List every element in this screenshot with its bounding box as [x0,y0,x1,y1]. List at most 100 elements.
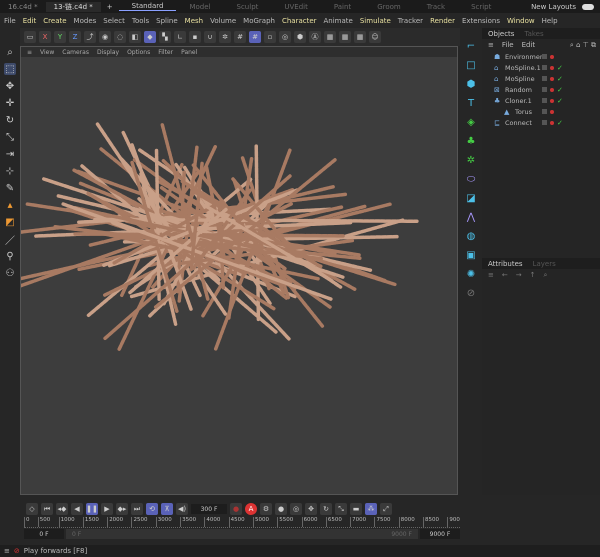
enabled-check-icon[interactable]: ✓ [557,75,563,83]
visibility-dot[interactable] [550,109,554,114]
gear-icon[interactable]: ✲ [219,31,231,43]
scale-tool-icon[interactable]: ⤡ [4,131,16,143]
enabled-check-icon[interactable]: ✓ [557,64,563,72]
layout-tab[interactable]: Model [176,3,223,11]
object-row[interactable]: ☗ Environment [482,51,600,62]
objects-menu-edit[interactable]: Edit [522,41,536,49]
timeline-ruler[interactable]: 0 500 1000 1500 2000 2500 3000 3500 4000 4500 5000… [24,517,460,528]
texture-mode-icon[interactable]: ▚ [159,31,171,43]
hamburger-icon[interactable]: ≡ [4,547,10,555]
layout-tab[interactable]: Script [458,3,504,11]
end-frame-field[interactable]: 9000 F [420,529,460,539]
workplane-icon[interactable]: ▪ [189,31,201,43]
brush-icon[interactable]: ／ [4,233,16,247]
search-icon[interactable]: ⌕ ⌂ ⊤ ⧉ [570,41,600,50]
object-row[interactable]: ⊠ Random ✓ [482,84,600,95]
tab-objects[interactable]: Objects [488,30,514,38]
menu-create[interactable]: Create [43,17,66,25]
doc-tab-active[interactable]: 13-链.c4d * [45,1,101,12]
scale-key-icon[interactable]: ⤡ [335,503,347,515]
layout-tab[interactable]: UVEdit [271,3,320,11]
hamburger-icon[interactable]: ≡ [488,271,494,279]
object-row[interactable]: ⌂ MoSpline.1 ✓ [482,62,600,73]
y-axis-button[interactable]: Y [54,31,66,43]
go-to-end-icon[interactable]: ⏭ [131,503,143,515]
select-tool-icon[interactable]: ⬚ [4,63,16,75]
model-mode-icon[interactable]: ◆ [144,31,156,43]
edges-mode-icon[interactable]: ◌ [114,31,126,43]
hamburger-icon[interactable]: ≡ [488,41,494,49]
menu-character[interactable]: Character [282,17,317,25]
visibility-dot[interactable] [550,120,554,125]
viewport-menu-panel[interactable]: Panel [181,49,197,56]
menu-animate[interactable]: Animate [324,17,353,25]
measure-icon[interactable]: ⚇ [4,267,16,279]
field-icon[interactable]: ◪ [465,192,477,204]
tab-takes[interactable]: Takes [524,30,543,38]
loop-icon[interactable]: ⟲ [146,503,158,515]
next-key-icon[interactable]: ◆▸ [116,503,128,515]
menu-select[interactable]: Select [103,17,125,25]
keyframe-icon[interactable]: ◇ [26,503,38,515]
camera-icon[interactable]: ▣ [465,249,477,261]
menu-modes[interactable]: Modes [74,17,97,25]
autokey-icon[interactable]: A [245,503,257,515]
hamburger-icon[interactable]: ≡ [27,49,32,56]
layout-tab[interactable]: Sculpt [224,3,272,11]
light-icon[interactable]: ✺ [465,268,477,280]
object-row[interactable]: ▲ Torus [482,106,600,117]
start-frame-field[interactable]: 0 F [24,529,64,539]
param-key-icon[interactable]: ▬ [350,503,362,515]
menu-spline[interactable]: Spline [156,17,178,25]
add-tab-icon[interactable]: + [101,3,119,11]
menu-mesh[interactable]: Mesh [185,17,203,25]
layout-tab[interactable]: Groom [364,3,414,11]
target-icon[interactable]: ◎ [279,31,291,43]
mograph-gear-icon[interactable]: ✲ [465,154,477,166]
transform-icon[interactable]: ⇥ [4,148,16,160]
layout-tab[interactable]: Paint [321,3,364,11]
prev-key-icon[interactable]: ◂◆ [56,503,68,515]
layer-box[interactable] [542,98,547,103]
render-region-icon[interactable]: ▦ [324,31,336,43]
object-row[interactable]: ⌂ MoSpline ✓ [482,73,600,84]
cube-outline-icon[interactable]: □ [465,59,477,71]
undo-view-icon[interactable]: ▭ [24,31,36,43]
menu-help[interactable]: Help [542,17,558,25]
back-arrow-icon[interactable]: ← [502,271,508,279]
x-axis-button[interactable]: X [39,31,51,43]
menu-render[interactable]: Render [430,17,455,25]
range-slider[interactable]: 0 F 9000 F [66,529,418,539]
pause-button[interactable]: ❚❚ [86,503,98,515]
record-icon[interactable]: ● [230,503,242,515]
viewport-menu-display[interactable]: Display [97,49,119,56]
rotate-tool-icon[interactable]: ↻ [4,114,16,126]
visibility-dot[interactable] [550,54,554,59]
sound-icon[interactable]: ◀) [176,503,188,515]
deformer-icon[interactable]: ⬭ [465,173,477,185]
tab-layers[interactable]: Layers [533,260,556,268]
menu-simulate[interactable]: Simulate [360,17,391,25]
objects-menu-file[interactable]: File [502,41,514,49]
live-select-icon[interactable]: ✥ [4,80,16,92]
axis-mode-icon[interactable]: ∟ [174,31,186,43]
position-key-icon[interactable]: ✥ [305,503,317,515]
menu-volume[interactable]: Volume [210,17,236,25]
object-row[interactable]: ♣ Cloner.1 ✓ [482,95,600,106]
play-mode-icon[interactable]: ⊼ [161,503,173,515]
layer-box[interactable] [542,76,547,81]
menu-window[interactable]: Window [507,17,535,25]
viewport-menu-filter[interactable]: Filter [158,49,173,56]
search-icon[interactable]: ⌕ [544,271,548,280]
layer-box[interactable] [542,109,547,114]
menu-tools[interactable]: Tools [132,17,149,25]
render-to-picture-viewer-icon[interactable]: ▦ [354,31,366,43]
viewport-menu-view[interactable]: View [40,49,54,56]
magnet-icon[interactable]: ∪ [204,31,216,43]
menu-tracker[interactable]: Tracker [398,17,423,25]
go-to-start-icon[interactable]: ⏮ [41,503,53,515]
snap-tool-icon[interactable]: ⊹ [4,165,16,177]
layer-box[interactable] [542,87,547,92]
up-arrow-icon[interactable]: ↑ [530,271,536,279]
menu-mograph[interactable]: MoGraph [243,17,275,25]
